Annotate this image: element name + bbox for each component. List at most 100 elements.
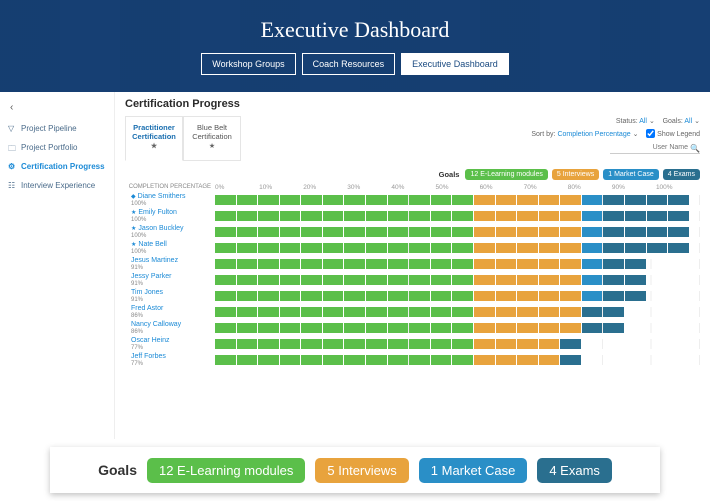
sidebar-item-project-pipeline[interactable]: ▽ Project Pipeline — [4, 119, 110, 138]
tick-label: 60% — [480, 184, 524, 191]
seg-elearning — [388, 227, 409, 237]
seg-interviews — [539, 227, 560, 237]
bottom-pill-interviews: 5 Interviews — [315, 458, 408, 483]
seg-elearning — [301, 195, 322, 205]
seg-elearning — [237, 307, 258, 317]
row-percent: 77% — [131, 345, 143, 351]
seg-exams — [647, 243, 668, 253]
sidebar-item-interview-experience[interactable]: ☷ Interview Experience — [4, 176, 110, 195]
row-name[interactable]: Fred Astor86% — [125, 305, 215, 319]
bottom-goals-strip: Goals 12 E-Learning modules 5 Interviews… — [50, 447, 660, 493]
search-icon[interactable]: 🔍 — [690, 142, 700, 156]
row-bar — [215, 243, 700, 253]
show-legend-checkbox[interactable] — [646, 129, 655, 138]
row-percent: 86% — [131, 313, 143, 319]
row-name[interactable]: Jeff Forbes77% — [125, 353, 215, 367]
sort-filter[interactable]: Completion Percentage — [557, 131, 630, 138]
row-name[interactable]: Jessy Parker91% — [125, 273, 215, 287]
seg-market_case — [582, 275, 603, 285]
row-name[interactable]: Tim Jones91% — [125, 289, 215, 303]
row-name[interactable]: Nate Bell100% — [125, 241, 215, 255]
seg-market_case — [582, 291, 603, 301]
seg-exams — [625, 195, 646, 205]
seg-elearning — [431, 259, 452, 269]
legend-pill-interviews: 5 Interviews — [552, 169, 599, 180]
seg-elearning — [323, 275, 344, 285]
seg-interviews — [517, 243, 538, 253]
gear-icon: ⚙ — [8, 162, 17, 171]
row-bar-track — [215, 275, 700, 285]
seg-elearning — [215, 291, 236, 301]
seg-elearning — [344, 355, 365, 365]
seg-elearning — [323, 259, 344, 269]
row-name[interactable]: Jesus Martinez91% — [125, 257, 215, 271]
seg-elearning — [409, 211, 430, 221]
seg-interviews — [496, 291, 517, 301]
row-name[interactable]: Diane Smithers100% — [125, 193, 215, 207]
seg-interviews — [474, 291, 495, 301]
back-button[interactable]: ‹ — [4, 100, 110, 119]
seg-elearning — [344, 195, 365, 205]
seg-elearning — [237, 355, 258, 365]
row-percent: 77% — [131, 361, 143, 367]
cert-tab-practitioner[interactable]: Practitioner Certification ★ — [125, 116, 183, 161]
cert-tab-label: Practitioner Certification — [132, 123, 176, 141]
row-bar-track — [215, 339, 700, 349]
cert-tabbar: Practitioner Certification ★ Blue Belt C… — [125, 116, 700, 161]
sidebar-item-project-portfolio[interactable]: 🗀 Project Portfolio — [4, 138, 110, 157]
seg-exams — [603, 227, 624, 237]
seg-interviews — [539, 307, 560, 317]
seg-interviews — [474, 227, 495, 237]
sidebar-item-certification-progress[interactable]: ⚙ Certification Progress — [4, 157, 110, 176]
tick-label: 90% — [612, 184, 656, 191]
seg-elearning — [366, 211, 387, 221]
row-bar-track — [215, 291, 700, 301]
seg-elearning — [258, 355, 279, 365]
seg-interviews — [474, 323, 495, 333]
star-icon: ★ — [151, 143, 157, 150]
seg-elearning — [452, 323, 473, 333]
seg-exams — [625, 259, 646, 269]
row-bar — [215, 259, 700, 269]
status-filter[interactable]: All — [639, 118, 647, 125]
page-title: Certification Progress — [125, 98, 700, 110]
seg-exams — [582, 323, 603, 333]
diamond-icon — [131, 193, 138, 200]
seg-interviews — [496, 323, 517, 333]
star-icon: ★ — [209, 143, 215, 150]
seg-elearning — [409, 339, 430, 349]
content-area: Certification Progress Practitioner Cert… — [115, 92, 710, 439]
seg-exams — [625, 211, 646, 221]
row-name[interactable]: Emily Fulton100% — [125, 209, 215, 223]
row-name[interactable]: Oscar Heinz77% — [125, 337, 215, 351]
seg-market_case — [582, 211, 603, 221]
seg-elearning — [409, 243, 430, 253]
row-name[interactable]: Jason Buckley100% — [125, 225, 215, 239]
legend-pill-exams: 4 Exams — [663, 169, 700, 180]
seg-exams — [603, 307, 624, 317]
seg-elearning — [215, 243, 236, 253]
tab-workshop-groups[interactable]: Workshop Groups — [201, 53, 295, 75]
seg-market_case — [582, 259, 603, 269]
seg-interviews — [517, 339, 538, 349]
seg-interviews — [496, 275, 517, 285]
seg-elearning — [258, 259, 279, 269]
goals-label: Goals: — [663, 118, 683, 125]
seg-exams — [603, 211, 624, 221]
user-search-input[interactable] — [610, 141, 700, 154]
row-percent: 86% — [131, 329, 143, 335]
tab-coach-resources[interactable]: Coach Resources — [302, 53, 396, 75]
main-layout: ‹ ▽ Project Pipeline 🗀 Project Portfolio… — [0, 92, 710, 439]
seg-elearning — [452, 227, 473, 237]
cert-tab-blue-belt[interactable]: Blue Belt Certification ★ — [183, 116, 241, 161]
tab-executive-dashboard[interactable]: Executive Dashboard — [401, 53, 509, 75]
goals-filter[interactable]: All — [684, 118, 692, 125]
seg-elearning — [409, 259, 430, 269]
seg-elearning — [409, 227, 430, 237]
seg-elearning — [431, 275, 452, 285]
seg-interviews — [496, 227, 517, 237]
seg-elearning — [258, 323, 279, 333]
row-name[interactable]: Nancy Calloway86% — [125, 321, 215, 335]
seg-exams — [668, 211, 689, 221]
seg-interviews — [539, 195, 560, 205]
